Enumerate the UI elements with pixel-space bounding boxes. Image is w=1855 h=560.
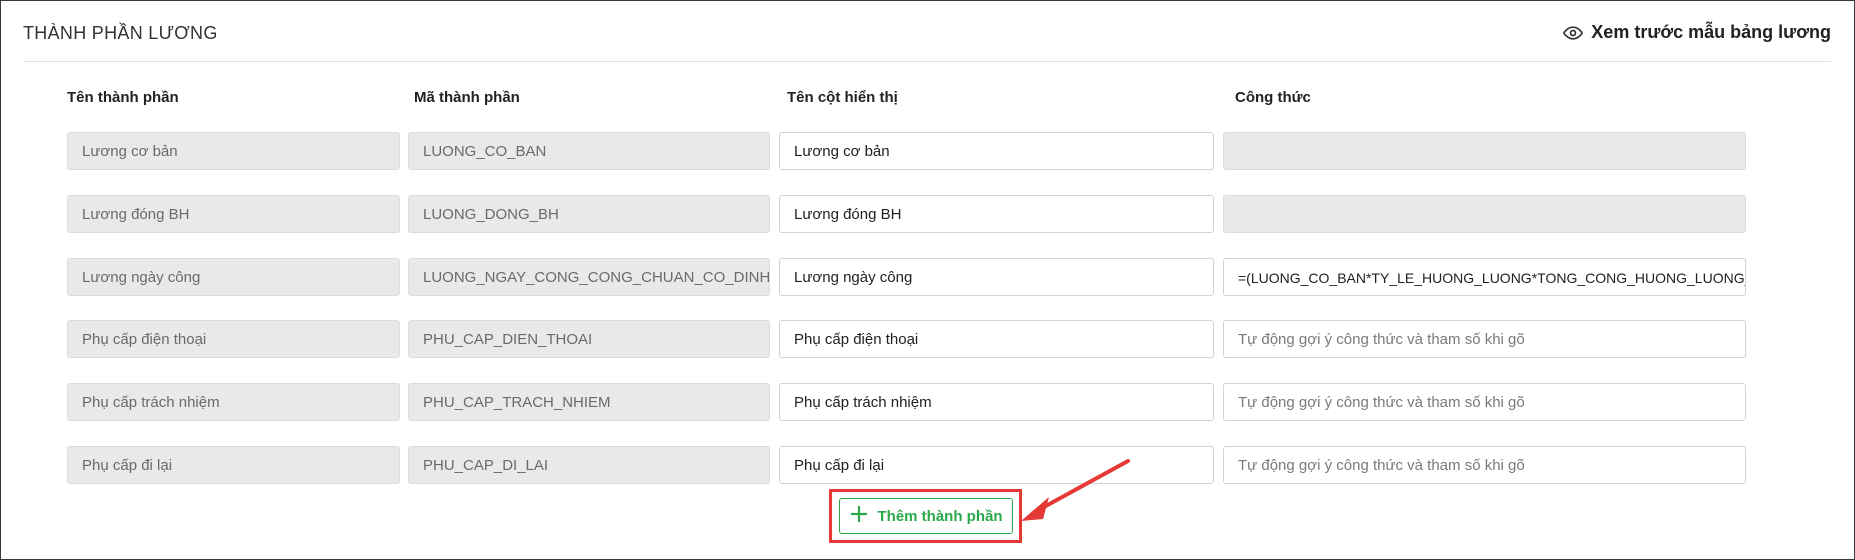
plus-icon bbox=[850, 505, 868, 527]
row-3-display-field[interactable]: Lương ngày công bbox=[779, 257, 1214, 296]
row-6-code-field: PHU_CAP_DI_LAI bbox=[408, 446, 770, 484]
row-3-name-field: Lương ngày công bbox=[67, 257, 400, 296]
row-2-formula-field bbox=[1223, 194, 1746, 233]
row-2-display-field[interactable]: Lương đóng BH bbox=[779, 194, 1214, 233]
row-4-display-field[interactable]: Phụ cấp điện thoại bbox=[779, 320, 1214, 359]
row-1-display-field[interactable]: Lương cơ bản bbox=[779, 132, 1214, 170]
row-2-name-field: Lương đóng BH bbox=[67, 194, 400, 233]
row-2-code-field: LUONG_DONG_BH bbox=[408, 194, 770, 233]
row-3-formula-field[interactable]: =(LUONG_CO_BAN*TY_LE_HUONG_LUONG*TONG_CO… bbox=[1223, 257, 1746, 296]
preview-link-label: Xem trước mẫu bảng lương bbox=[1591, 22, 1831, 42]
formula-placeholder: Tự động gợi ý công thức và tham số khi g… bbox=[1238, 394, 1525, 412]
row-1-code-field: LUONG_CO_BAN bbox=[408, 132, 770, 170]
preview-salary-template-link[interactable]: Xem trước mẫu bảng lương bbox=[1563, 22, 1831, 43]
row-4-formula-field[interactable]: Tự động gợi ý công thức và tham số khi g… bbox=[1223, 320, 1746, 359]
add-component-label: Thêm thành phần bbox=[877, 507, 1003, 525]
row-5-display-field[interactable]: Phụ cấp trách nhiệm bbox=[779, 383, 1214, 422]
formula-placeholder: Tự động gợi ý công thức và tham số khi g… bbox=[1238, 331, 1525, 349]
salary-components-panel: THÀNH PHẦN LƯƠNG Xem trước mẫu bảng lươn… bbox=[0, 0, 1855, 560]
column-header-formula: Công thức bbox=[1235, 89, 1311, 106]
eye-icon bbox=[1563, 23, 1584, 43]
callout-arrow-icon bbox=[1021, 459, 1130, 521]
row-6-formula-field[interactable]: Tự động gợi ý công thức và tham số khi g… bbox=[1223, 446, 1746, 484]
formula-placeholder: Tự động gợi ý công thức và tham số khi g… bbox=[1238, 457, 1525, 474]
row-5-code-field: PHU_CAP_TRACH_NHIEM bbox=[408, 383, 770, 422]
section-title: THÀNH PHẦN LƯƠNG bbox=[23, 23, 218, 43]
column-header-name: Tên thành phần bbox=[67, 89, 179, 106]
row-1-formula-field bbox=[1223, 132, 1746, 170]
row-4-code-field: PHU_CAP_DIEN_THOAI bbox=[408, 320, 770, 359]
panel-header: THÀNH PHẦN LƯƠNG Xem trước mẫu bảng lươn… bbox=[23, 1, 1831, 62]
row-3-code-field: LUONG_NGAY_CONG_CONG_CHUAN_CO_DINH bbox=[408, 257, 770, 296]
row-4-name-field: Phụ cấp điện thoại bbox=[67, 320, 400, 359]
row-1-name-field: Lương cơ bản bbox=[67, 132, 400, 170]
row-5-formula-field[interactable]: Tự động gợi ý công thức và tham số khi g… bbox=[1223, 383, 1746, 422]
column-header-code: Mã thành phần bbox=[414, 89, 520, 106]
add-component-button[interactable]: Thêm thành phần bbox=[839, 498, 1013, 534]
column-header-display: Tên cột hiển thị bbox=[787, 89, 898, 106]
row-6-name-field: Phụ cấp đi lại bbox=[67, 446, 400, 484]
add-button-highlight: Thêm thành phần bbox=[829, 489, 1022, 543]
row-5-name-field: Phụ cấp trách nhiệm bbox=[67, 383, 400, 422]
